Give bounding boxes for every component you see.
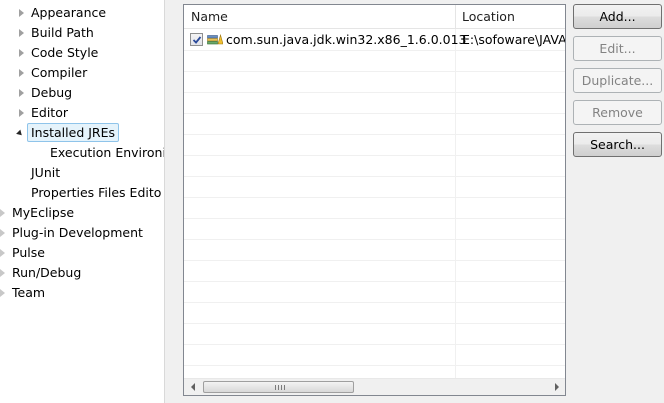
row-divider (184, 365, 565, 366)
tree-item-label: MyEclipse (12, 205, 75, 220)
row-divider (184, 176, 565, 177)
column-divider (455, 29, 456, 379)
table-body: com.sun.java.jdk.win32.x86_1.6.0.013 E:\… (184, 29, 565, 379)
row-divider (184, 344, 565, 345)
column-header-name[interactable]: Name (184, 5, 454, 29)
table-header: Name Location (184, 5, 565, 29)
tree-item-label: Plug-in Development (12, 225, 143, 240)
jre-location: E:\sofoware\JAVA\j... (462, 32, 565, 47)
tree-item-plugin-development[interactable]: Plug-in Development (0, 223, 164, 243)
row-divider (184, 113, 565, 114)
scroll-right-icon[interactable] (548, 379, 565, 395)
expand-arrow-icon[interactable] (16, 103, 26, 123)
preferences-installed-jres: Appearance Build Path Code Style Compile… (0, 0, 664, 403)
collapse-arrow-icon[interactable] (15, 123, 25, 143)
row-divider (184, 71, 565, 72)
row-divider (184, 50, 565, 51)
scroll-left-icon[interactable] (184, 379, 201, 395)
tree-item-team[interactable]: Team (0, 283, 164, 303)
tree-item-junit[interactable]: JUnit (0, 163, 164, 183)
tree-item-label: Editor (31, 105, 68, 120)
tree-item-properties-files-editor[interactable]: Properties Files Edito (0, 183, 164, 203)
row-divider (184, 302, 565, 303)
scrollbar-thumb[interactable] (203, 381, 354, 393)
tree-item-label: Execution Environi (50, 145, 164, 160)
tree-item-label: Appearance (31, 5, 107, 20)
row-divider (184, 155, 565, 156)
tree-item-label: Debug (31, 85, 73, 100)
tree-item-pulse[interactable]: Pulse (0, 243, 164, 263)
tree-item-execution-environments[interactable]: Execution Environi (0, 143, 164, 163)
row-divider (184, 197, 565, 198)
remove-button[interactable]: Remove (573, 100, 662, 125)
expand-arrow-icon[interactable] (16, 83, 26, 103)
tree-item-label: Run/Debug (12, 265, 82, 280)
tree-item-label: JUnit (31, 165, 61, 180)
tree-item-installed-jres[interactable]: Installed JREs (0, 123, 164, 143)
row-divider (184, 323, 565, 324)
tree-item-label-selected: Installed JREs (27, 123, 120, 142)
jre-checkbox[interactable] (190, 33, 203, 46)
expand-arrow-icon[interactable] (16, 3, 26, 23)
tree-item-run-debug[interactable]: Run/Debug (0, 263, 164, 283)
preferences-tree: Appearance Build Path Code Style Compile… (0, 0, 164, 403)
table-row[interactable]: com.sun.java.jdk.win32.x86_1.6.0.013 E:\… (184, 29, 565, 50)
tree-item-code-style[interactable]: Code Style (0, 43, 164, 63)
expand-arrow-icon[interactable] (16, 23, 26, 43)
row-divider (184, 281, 565, 282)
tree-item-label: Pulse (12, 245, 45, 260)
duplicate-button[interactable]: Duplicate... (573, 68, 662, 93)
row-divider (184, 260, 565, 261)
tree-item-label: Properties Files Edito (31, 185, 162, 200)
tree-item-myeclipse[interactable]: MyEclipse (0, 203, 164, 223)
expand-arrow-icon[interactable] (16, 43, 26, 63)
row-divider (184, 92, 565, 93)
tree-item-editor[interactable]: Editor (0, 103, 164, 123)
tree-item-compiler[interactable]: Compiler (0, 63, 164, 83)
expand-arrow-icon[interactable] (0, 263, 7, 283)
expand-arrow-icon[interactable] (0, 223, 7, 243)
installed-jres-table[interactable]: Name Location com.sun.java.jdk.win32.x86… (183, 4, 566, 396)
tree-item-label: Team (12, 285, 46, 300)
tree-item-label: Build Path (31, 25, 94, 40)
checkmark-icon (192, 36, 202, 44)
tree-item-debug[interactable]: Debug (0, 83, 164, 103)
column-header-location[interactable]: Location (455, 5, 565, 29)
jre-name: com.sun.java.jdk.win32.x86_1.6.0.013 (226, 32, 467, 47)
row-divider (184, 134, 565, 135)
tree-item-build-path[interactable]: Build Path (0, 23, 164, 43)
tree-item-label: Code Style (31, 45, 99, 60)
tree-item-label: Compiler (31, 65, 88, 80)
row-divider (184, 239, 565, 240)
search-button[interactable]: Search... (573, 132, 662, 157)
expand-arrow-icon[interactable] (16, 63, 26, 83)
jre-library-icon (207, 33, 223, 45)
add-button[interactable]: Add... (573, 4, 662, 29)
expand-arrow-icon[interactable] (0, 243, 7, 263)
expand-arrow-icon[interactable] (0, 283, 7, 303)
row-divider (184, 218, 565, 219)
scrollbar-grip-icon (275, 385, 285, 390)
expand-arrow-icon[interactable] (0, 203, 7, 223)
horizontal-scrollbar[interactable] (184, 378, 565, 395)
edit-button[interactable]: Edit... (573, 36, 662, 61)
tree-item-appearance[interactable]: Appearance (0, 3, 164, 23)
